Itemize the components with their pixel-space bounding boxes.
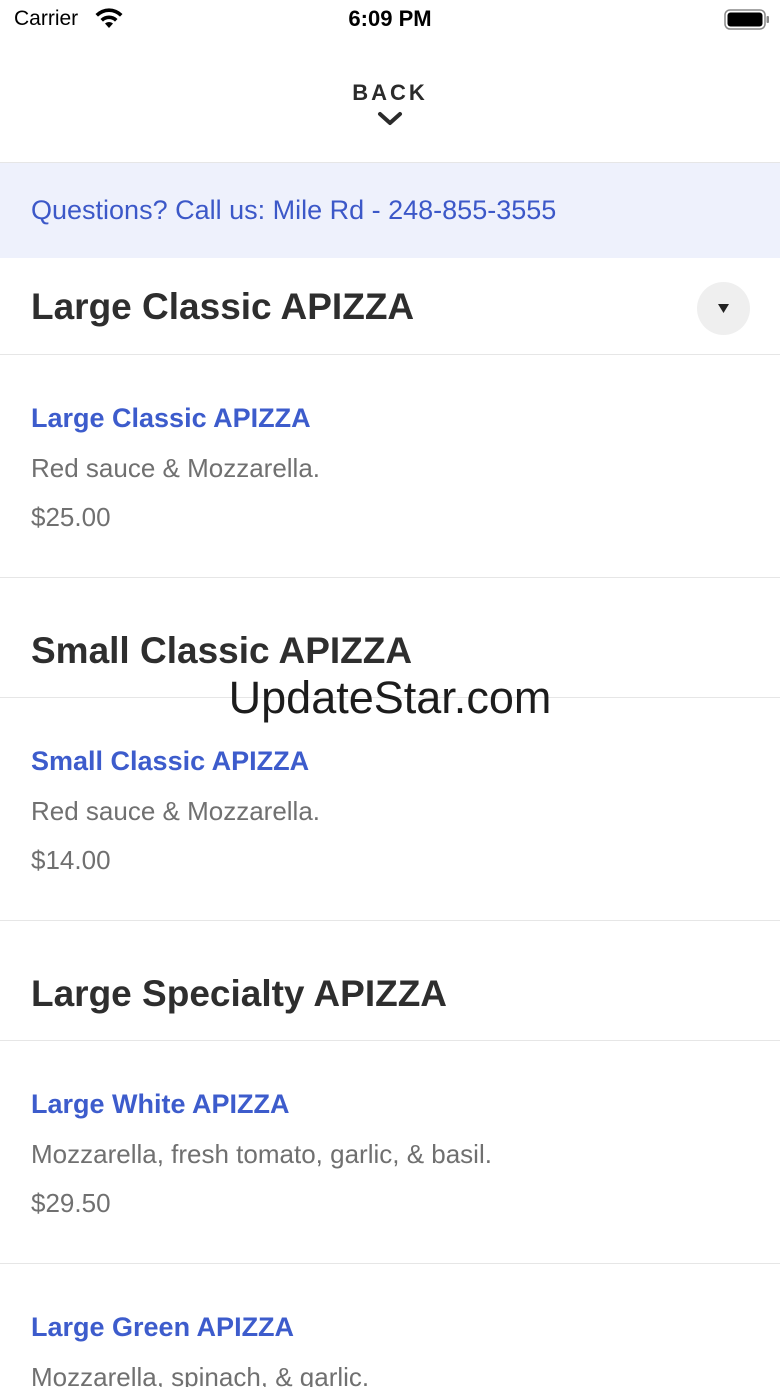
section-title: Large Specialty APIZZA <box>31 973 448 1014</box>
item-price: $25.00 <box>31 502 111 532</box>
clock: 6:09 PM <box>348 6 432 31</box>
menu-item[interactable]: Large Classic APIZZA Red sauce & Mozzare… <box>0 355 780 578</box>
item-description: Red sauce & Mozzarella. <box>31 796 321 826</box>
chevron-down-icon[interactable] <box>377 110 403 128</box>
section-header[interactable]: Large Specialty APIZZA <box>0 921 780 1041</box>
section-header[interactable]: Large Classic APIZZA <box>0 258 780 355</box>
back-button[interactable]: BACK <box>0 80 780 106</box>
battery-icon <box>724 9 769 30</box>
menu-item[interactable]: Small Classic APIZZA Red sauce & Mozzare… <box>0 698 780 921</box>
item-price: $29.50 <box>31 1188 111 1218</box>
status-bar: Carrier 6:09 PM <box>0 0 780 40</box>
section-dropdown-button[interactable] <box>697 282 750 335</box>
menu-item[interactable]: Large White APIZZA Mozzarella, fresh tom… <box>0 1041 780 1264</box>
phone-link[interactable]: Questions? Call us: Mile Rd - 248-855-35… <box>31 195 556 226</box>
section-title: Large Classic APIZZA <box>31 286 415 327</box>
item-description: Mozzarella, spinach, & garlic. <box>31 1362 370 1387</box>
watermark: UpdateStar.com <box>228 672 552 723</box>
item-name[interactable]: Large Green APIZZA <box>31 1312 294 1343</box>
item-description: Red sauce & Mozzarella. <box>31 453 321 483</box>
back-header[interactable]: BACK <box>0 40 780 163</box>
caret-down-icon <box>718 304 729 313</box>
item-description: Mozzarella, fresh tomato, garlic, & basi… <box>31 1139 492 1169</box>
phone-banner[interactable]: Questions? Call us: Mile Rd - 248-855-35… <box>0 163 780 258</box>
section-title: Small Classic APIZZA <box>31 630 413 671</box>
item-name[interactable]: Small Classic APIZZA <box>31 746 309 777</box>
item-name[interactable]: Large White APIZZA <box>31 1089 290 1120</box>
menu-item[interactable]: Large Green APIZZA Mozzarella, spinach, … <box>0 1264 780 1387</box>
item-price: $14.00 <box>31 845 111 875</box>
item-name[interactable]: Large Classic APIZZA <box>31 403 311 434</box>
